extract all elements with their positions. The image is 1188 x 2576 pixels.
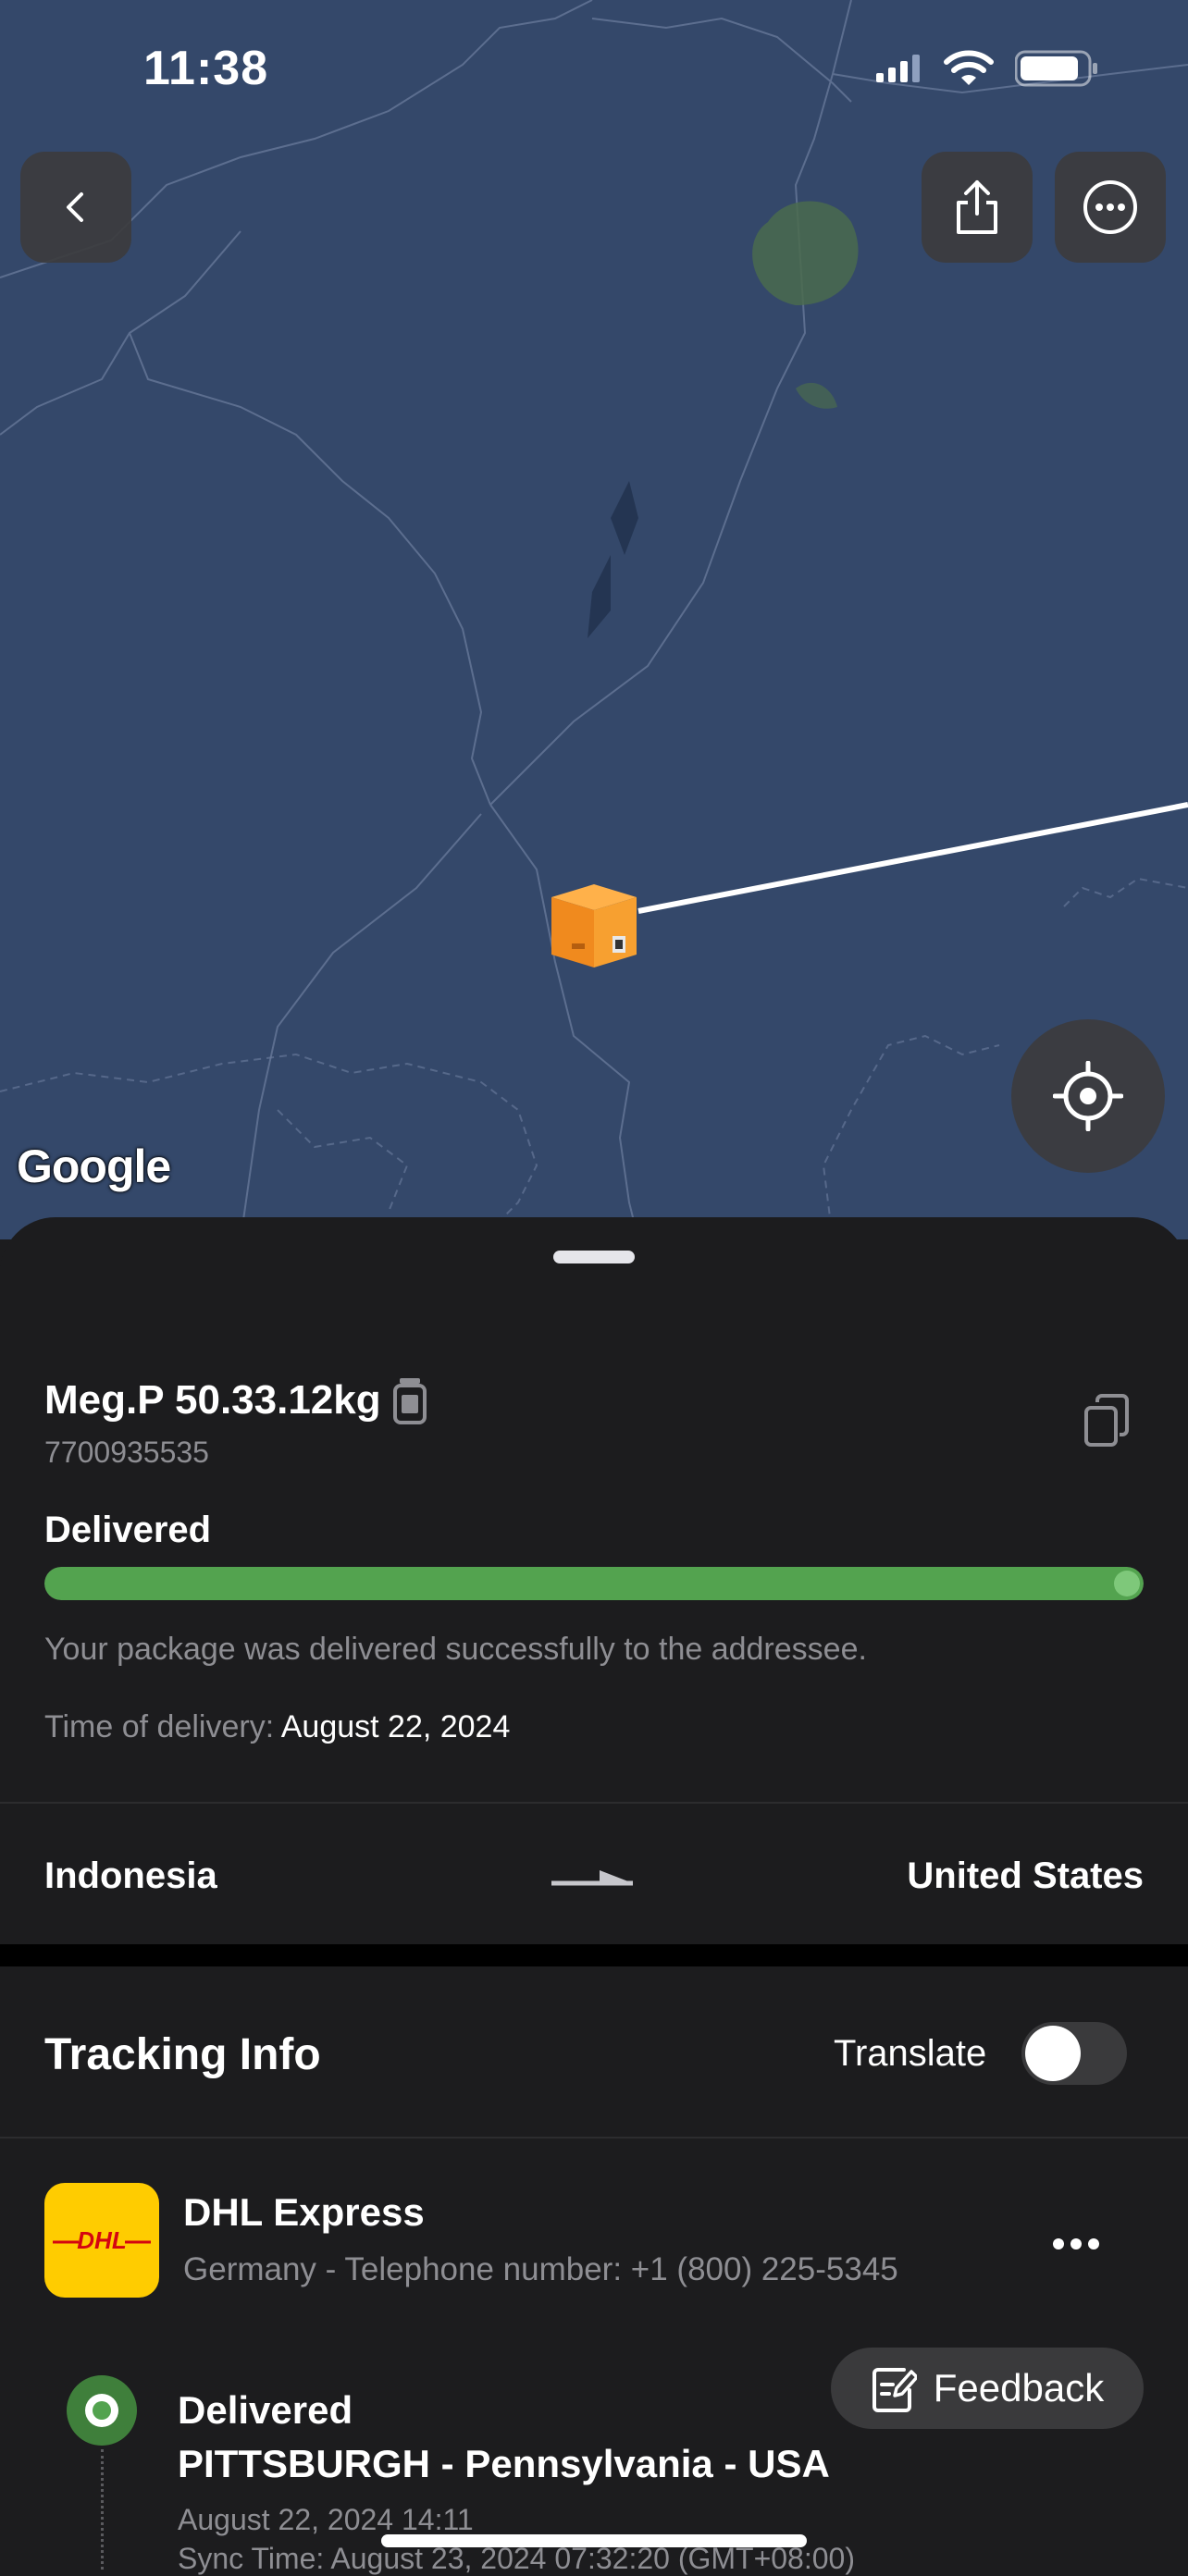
more-options-button[interactable] — [1055, 152, 1166, 263]
google-attribution: Google — [17, 1140, 171, 1192]
tracking-info-title: Tracking Info — [44, 2030, 321, 2079]
timeline-line — [101, 2449, 104, 2570]
cellular-signal-icon — [876, 55, 920, 82]
share-icon — [957, 180, 997, 234]
destination-country: United States — [907, 1855, 1144, 1896]
feedback-button[interactable]: Feedback — [831, 2348, 1144, 2429]
package-marker-icon[interactable] — [544, 879, 644, 971]
jar-icon — [392, 1378, 427, 1424]
dhl-logo: DHL — [53, 2226, 151, 2254]
carrier-contact[interactable]: Germany - Telephone number: +1 (800) 225… — [183, 2251, 898, 2288]
section-separator — [0, 1944, 1188, 1966]
home-indicator[interactable] — [381, 2534, 807, 2547]
event-status-dot — [67, 2375, 137, 2446]
copy-icon[interactable] — [1083, 1393, 1131, 1448]
package-header: Meg.P 50.33.12kg — [44, 1376, 427, 1424]
sheet-drag-handle[interactable] — [553, 1251, 635, 1263]
battery-icon — [1015, 50, 1097, 87]
chevron-left-icon — [67, 192, 83, 222]
translate-toggle[interactable] — [1021, 2022, 1127, 2085]
delivery-time-value: August 22, 2024 — [280, 1709, 511, 1744]
delivery-time-label: Time of delivery: — [44, 1709, 275, 1744]
divider — [0, 1802, 1188, 1804]
tracking-number[interactable]: 7700935535 — [44, 1436, 209, 1470]
package-name: Meg.P 50.33.12kg — [44, 1377, 381, 1423]
event-location: PITTSBURGH - Pennsylvania - USA — [178, 2442, 830, 2485]
event-dot-inner — [85, 2394, 118, 2427]
dhl-logo-text: DHL — [77, 2226, 126, 2254]
crosshair-icon — [1053, 1061, 1123, 1131]
delivery-progress-bar — [44, 1567, 1144, 1600]
share-button[interactable] — [922, 152, 1033, 263]
delivery-time: Time of delivery: August 22, 2024 — [44, 1709, 510, 1745]
delivery-description: Your package was delivered successfully … — [44, 1632, 867, 1667]
event-time: August 22, 2024 14:11 — [178, 2503, 474, 2536]
origin-country: Indonesia — [44, 1855, 217, 1896]
back-button[interactable] — [20, 152, 131, 263]
divider — [0, 2137, 1188, 2138]
carrier-more-icon[interactable] — [1051, 2237, 1101, 2251]
translate-label: Translate — [834, 2033, 987, 2074]
delivery-status: Delivered — [44, 1510, 212, 1550]
event-dot-core — [93, 2401, 111, 2420]
more-circle-icon — [1083, 180, 1137, 234]
my-location-button[interactable] — [1011, 1019, 1165, 1173]
status-bar: 11:38 — [0, 0, 1188, 139]
status-time: 11:38 — [143, 42, 269, 95]
carrier-name: DHL Express — [183, 2190, 425, 2234]
progress-dot — [1114, 1571, 1140, 1596]
progress-fill — [44, 1567, 1144, 1600]
wifi-icon — [944, 50, 994, 85]
event-status: Delivered — [178, 2388, 353, 2432]
arrow-right-icon — [551, 1870, 633, 1886]
toggle-knob — [1025, 2026, 1081, 2081]
carrier-logo: DHL — [44, 2183, 159, 2298]
feedback-label: Feedback — [933, 2366, 1105, 2410]
feedback-edit-icon — [872, 2368, 917, 2412]
